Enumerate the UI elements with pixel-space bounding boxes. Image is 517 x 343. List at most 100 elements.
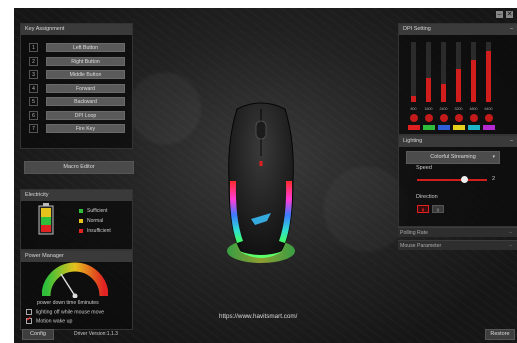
legend-label: Normal bbox=[87, 218, 104, 224]
dpi-select-dot[interactable] bbox=[469, 114, 478, 122]
app-window: – ✕ Key Assignment 1 Left Button 2 Right… bbox=[14, 8, 517, 343]
minimize-button[interactable]: – bbox=[496, 11, 503, 18]
dpi-slider-fill bbox=[441, 84, 446, 102]
status-dot-icon bbox=[79, 228, 83, 233]
dpi-slider-fill bbox=[486, 51, 491, 102]
key-row-1: 1 Left Button bbox=[29, 43, 125, 52]
lighting-title-text: Lighting bbox=[403, 138, 423, 144]
polling-rate-section[interactable]: Polling Rate – bbox=[398, 227, 517, 237]
dpi-slider-6[interactable] bbox=[486, 42, 491, 102]
lighting-mode-value: Colorful Streaming bbox=[430, 154, 476, 160]
expand-icon: – bbox=[509, 230, 512, 236]
dpi-slider-5[interactable] bbox=[471, 42, 476, 102]
lighting-off-label: lighting off while mouse move bbox=[36, 309, 104, 316]
dpi-value-label: 3200 bbox=[454, 107, 463, 111]
key-row-7: 7 Fire Key bbox=[29, 124, 125, 133]
polling-rate-label: Polling Rate bbox=[400, 230, 428, 236]
macro-editor-button[interactable]: Macro Editor bbox=[24, 161, 134, 174]
key-number: 3 bbox=[29, 70, 38, 79]
key-number: 6 bbox=[29, 111, 38, 120]
dpi-title-text: DPI Setting bbox=[403, 26, 431, 32]
gauge-needle bbox=[60, 273, 76, 297]
key-number: 2 bbox=[29, 57, 38, 66]
dpi-select-dot[interactable] bbox=[484, 114, 493, 122]
electricity-panel: Electricity bbox=[20, 189, 133, 250]
key-right-button[interactable]: Right Button bbox=[46, 57, 125, 66]
website-link[interactable]: https://www.havitsmart.com/ bbox=[219, 313, 297, 320]
dpi-value-label: 4800 bbox=[469, 107, 478, 111]
dpi-setting-title: DPI Setting – bbox=[399, 24, 517, 35]
dpi-value-label: 800 bbox=[410, 107, 417, 111]
direction-left-button[interactable]: ▮ bbox=[417, 205, 429, 213]
legend-label: Insufficient bbox=[87, 228, 111, 234]
key-row-2: 2 Right Button bbox=[29, 57, 125, 66]
electricity-title: Electricity bbox=[21, 190, 132, 201]
dpi-value-label: 6400 bbox=[484, 107, 493, 111]
key-row-3: 3 Middle Button bbox=[29, 70, 125, 79]
dpi-color-swatch[interactable] bbox=[467, 125, 480, 130]
mouse-image bbox=[227, 102, 295, 263]
dpi-color-swatch[interactable] bbox=[482, 125, 495, 130]
dpi-slider-1[interactable] bbox=[411, 42, 416, 102]
lighting-off-checkbox[interactable] bbox=[26, 309, 32, 315]
expand-icon: – bbox=[509, 243, 512, 249]
key-fire-key[interactable]: Fire Key bbox=[46, 124, 125, 133]
dpi-slider-3[interactable] bbox=[441, 42, 446, 102]
key-middle-button[interactable]: Middle Button bbox=[46, 70, 125, 79]
motion-wake-label: Motion wake up bbox=[36, 318, 73, 325]
dpi-color-swatch[interactable] bbox=[407, 125, 420, 130]
dpi-slider-2[interactable] bbox=[426, 42, 431, 102]
motion-wake-row[interactable]: Motion wake up bbox=[26, 316, 73, 325]
speed-label: Speed bbox=[416, 165, 432, 171]
key-forward[interactable]: Forward bbox=[46, 84, 125, 93]
close-button[interactable]: ✕ bbox=[506, 11, 513, 18]
collapse-icon[interactable]: – bbox=[510, 136, 513, 147]
lighting-panel: Lighting – bbox=[398, 135, 517, 227]
direction-right-icon: ▮ bbox=[436, 207, 440, 212]
direction-right-button[interactable]: ▮ bbox=[432, 205, 444, 213]
lighting-title: Lighting – bbox=[399, 136, 517, 147]
dpi-select-dot[interactable] bbox=[439, 114, 448, 122]
key-dpi-loop[interactable]: DPI Loop bbox=[46, 111, 125, 120]
power-manager-title: Power Manager bbox=[21, 251, 132, 262]
chevron-down-icon: ▾ bbox=[492, 154, 495, 160]
key-number: 5 bbox=[29, 97, 38, 106]
status-dot-icon bbox=[79, 208, 83, 213]
key-left-button[interactable]: Left Button bbox=[46, 43, 125, 52]
driver-version: Driver Version:1.1.3 bbox=[74, 331, 118, 337]
key-row-4: 4 Forward bbox=[29, 84, 125, 93]
dpi-color-swatch[interactable] bbox=[422, 125, 435, 130]
status-dot-icon bbox=[79, 218, 83, 223]
dpi-select-dot[interactable] bbox=[424, 114, 433, 122]
restore-button[interactable]: Restore bbox=[485, 329, 515, 340]
dpi-color-swatch[interactable] bbox=[452, 125, 465, 130]
lighting-off-row[interactable]: lighting off while mouse move bbox=[26, 309, 104, 316]
dpi-value-label: 1600 bbox=[424, 107, 433, 111]
dpi-select-dot[interactable] bbox=[454, 114, 463, 122]
power-down-text: power down time 6minutes bbox=[37, 300, 99, 306]
key-number: 1 bbox=[29, 43, 38, 52]
legend-label: Sufficient bbox=[87, 208, 108, 214]
legend-sufficient: Sufficient bbox=[79, 208, 107, 215]
motion-wake-checkbox[interactable] bbox=[26, 316, 32, 324]
direction-label: Direction bbox=[416, 194, 438, 200]
mouse-parameter-section[interactable]: Mouse Parameter – bbox=[398, 240, 517, 250]
dpi-value-label: 2400 bbox=[439, 107, 448, 111]
power-gauge bbox=[42, 262, 108, 298]
dpi-slider-fill bbox=[426, 78, 431, 102]
dpi-color-swatch[interactable] bbox=[437, 125, 450, 130]
lighting-mode-dropdown[interactable]: Colorful Streaming ▾ bbox=[406, 151, 500, 164]
key-backward[interactable]: Backward bbox=[46, 97, 125, 106]
legend-insufficient: Insufficient bbox=[79, 228, 111, 235]
config-button[interactable]: Config bbox=[22, 329, 54, 340]
mouse-parameter-label: Mouse Parameter bbox=[400, 243, 442, 249]
key-assignment-title: Key Assignment bbox=[21, 24, 132, 35]
speed-slider-track[interactable] bbox=[417, 179, 487, 181]
dpi-slider-fill bbox=[456, 69, 461, 102]
key-row-6: 6 DPI Loop bbox=[29, 111, 125, 120]
collapse-icon[interactable]: – bbox=[510, 24, 513, 35]
dpi-select-dot[interactable] bbox=[409, 114, 418, 122]
window-controls: – ✕ bbox=[496, 11, 513, 18]
battery-icon bbox=[38, 203, 54, 235]
dpi-slider-4[interactable] bbox=[456, 42, 461, 102]
